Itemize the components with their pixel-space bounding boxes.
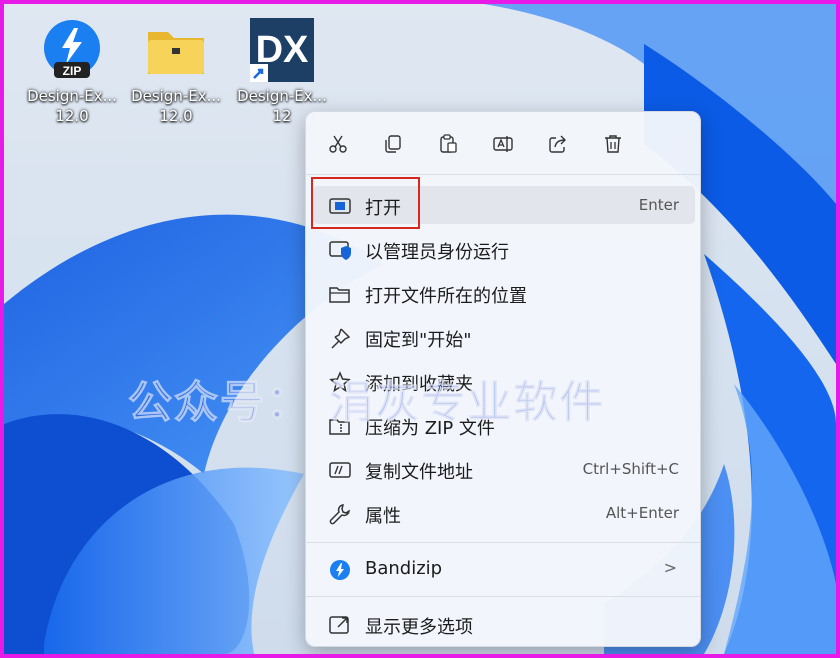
menu-item-run-as-admin[interactable]: 以管理员身份运行: [313, 230, 695, 268]
menu-separator: [306, 174, 700, 175]
menu-item-shortcut: Alt+Enter: [605, 504, 679, 522]
share-button[interactable]: [540, 126, 576, 162]
desktop-icon-label: Design-Ex...: [27, 87, 117, 105]
menu-item-label: 以管理员身份运行: [365, 242, 509, 263]
menu-item-label: 显示更多选项: [365, 617, 473, 638]
pin-icon: [331, 328, 351, 349]
menu-item-shortcut: Enter: [638, 196, 679, 214]
rename-button[interactable]: [485, 126, 521, 162]
zip-app-icon: ZIP: [44, 20, 100, 78]
shield-icon: [329, 241, 351, 260]
menu-item-label: 属性: [365, 506, 401, 527]
wrench-icon: [329, 504, 350, 525]
menu-item-bandizip[interactable]: Bandizip >: [313, 550, 695, 588]
desktop-icon-dx-shortcut[interactable]: DX Design-Ex... 12: [232, 18, 332, 126]
bandizip-icon: [330, 560, 350, 580]
share-icon: [549, 135, 566, 153]
delete-icon: [605, 135, 621, 153]
desktop-icon-label: Design-Ex...: [131, 87, 221, 105]
desktop-icon-version: 12.0: [55, 107, 89, 125]
paste-icon: [440, 134, 457, 153]
menu-item-label: 固定到"开始": [365, 330, 472, 351]
menu-item-label: Bandizip: [365, 558, 443, 579]
dx-app-icon: DX: [250, 18, 314, 82]
copy-path-icon: [329, 462, 351, 478]
folder-icon: [329, 287, 350, 303]
menu-item-label: 打开文件所在的位置: [365, 286, 527, 307]
menu-separator: [306, 596, 700, 597]
menu-item-open-file-location[interactable]: 打开文件所在的位置: [313, 274, 695, 312]
menu-item-show-more-options[interactable]: 显示更多选项: [313, 605, 695, 643]
menu-item-label: 复制文件地址: [365, 462, 473, 483]
menu-item-pin-to-start[interactable]: 固定到"开始": [313, 318, 695, 356]
desktop-icon-zip[interactable]: ZIP Design-Ex... 12.0: [22, 18, 122, 126]
more-options-icon: [329, 616, 349, 634]
menu-item-copy-path[interactable]: 复制文件地址 Ctrl+Shift+C: [313, 450, 695, 488]
paste-button[interactable]: [430, 126, 466, 162]
desktop-icon-version: 12.0: [159, 107, 193, 125]
desktop-icon-label: Design-Ex...: [237, 87, 327, 105]
cut-icon: [329, 135, 347, 153]
watermark: 公众号： 涓灰专业软件: [127, 377, 606, 429]
copy-button[interactable]: [375, 126, 411, 162]
zip-badge-text: ZIP: [63, 64, 82, 78]
desktop-icon-folder[interactable]: Design-Ex... 12.0: [126, 18, 226, 126]
chevron-right-icon: >: [663, 558, 677, 577]
copy-icon: [385, 135, 401, 153]
context-menu-toolbar: [306, 126, 700, 166]
cut-button[interactable]: [320, 126, 356, 162]
rename-icon: [493, 136, 513, 152]
menu-item-properties[interactable]: 属性 Alt+Enter: [313, 494, 695, 532]
menu-item-shortcut: Ctrl+Shift+C: [582, 460, 679, 478]
screenshot-frame: ZIP Design-Ex... 12.0 Design-Ex... 12.0 …: [0, 0, 840, 658]
highlight-annotation: [311, 177, 420, 229]
folder-app-icon: [148, 32, 204, 74]
menu-separator: [306, 542, 700, 543]
delete-button[interactable]: [595, 126, 631, 162]
